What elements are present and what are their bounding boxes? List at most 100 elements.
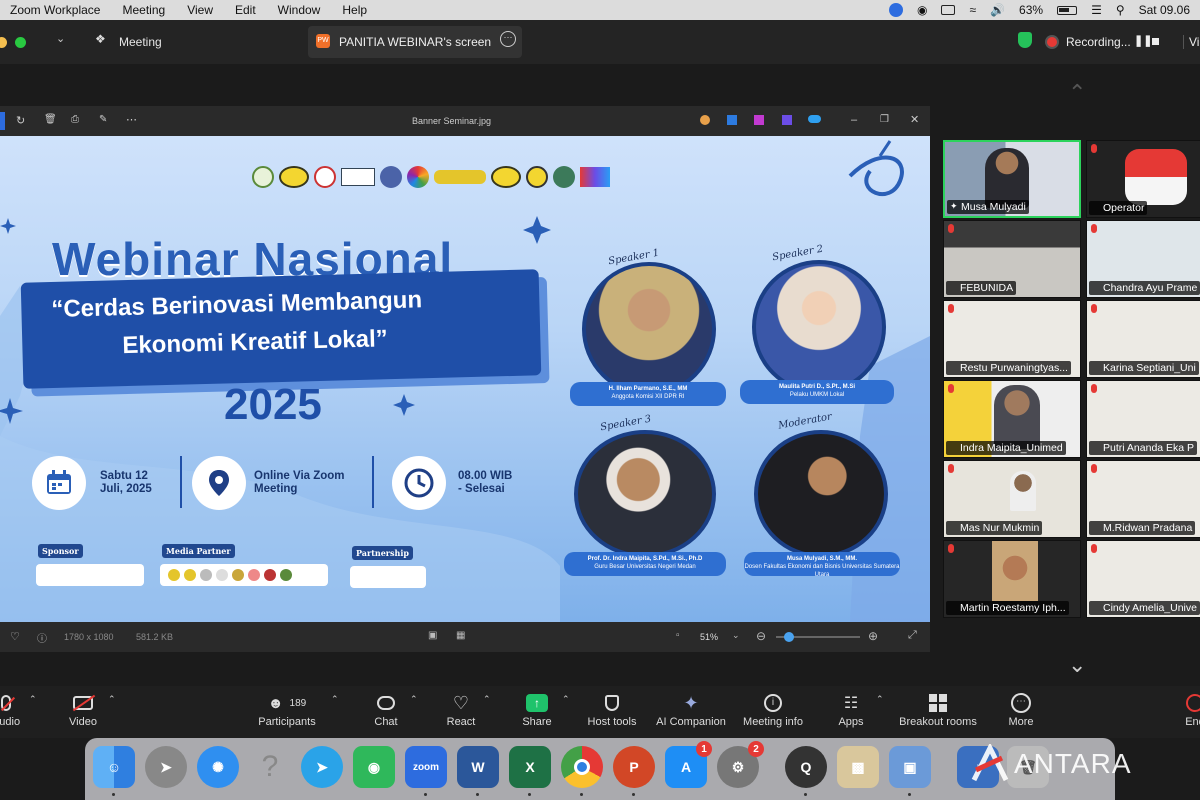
word-icon[interactable]: W (457, 746, 499, 788)
menu-view[interactable]: View (187, 3, 213, 17)
minimize-window-button[interactable] (0, 37, 7, 48)
powerpoint-icon[interactable]: P (613, 746, 655, 788)
close-icon[interactable]: ✕ (910, 113, 919, 126)
ai-companion-button[interactable]: ✦ AI Companion (652, 686, 730, 738)
wifi-icon[interactable]: ≈ (969, 3, 976, 17)
participant-tile[interactable]: Martin Roestamy Iph... (943, 540, 1081, 618)
delete-icon[interactable]: 🗑 (44, 114, 57, 125)
battery-icon[interactable] (1057, 5, 1078, 15)
more-icon[interactable]: ⋯ (126, 113, 137, 126)
quicktime-icon[interactable]: Q (785, 746, 827, 788)
view-button[interactable]: View (1183, 35, 1200, 49)
actual-size-icon[interactable]: ▫ (676, 630, 680, 641)
apps-options-caret[interactable]: ⌃ (876, 694, 884, 705)
share-tab[interactable]: PW PANITIA WEBINAR's screen ⋯ (308, 26, 522, 58)
restore-icon[interactable]: ❐ (880, 114, 889, 125)
share-button[interactable]: ↑ Share (516, 686, 558, 738)
share-options-caret[interactable]: ⌃ (562, 694, 570, 705)
participants-button[interactable]: ☻ 189 Participants (252, 686, 322, 738)
facetime-icon[interactable]: ◉ (353, 746, 395, 788)
stop-recording-button[interactable] (1152, 38, 1159, 45)
zoom-level-select[interactable]: 51% (700, 632, 718, 642)
excel-icon[interactable]: X (509, 746, 551, 788)
finder-icon[interactable]: ☺ (93, 746, 135, 788)
pause-recording-button[interactable]: ❚❚ (1134, 34, 1152, 47)
react-button[interactable]: ♡ React (440, 686, 482, 738)
screen-mirror-icon[interactable] (941, 5, 956, 15)
video-options-caret[interactable]: ⌃ (108, 694, 116, 705)
app-store-icon[interactable]: A1 (665, 741, 712, 788)
app-icon-3[interactable] (754, 115, 764, 125)
react-options-caret[interactable]: ⌃ (483, 694, 491, 705)
meeting-label[interactable]: Meeting (119, 35, 162, 49)
participant-tile[interactable]: Indra Maipita_Unimed (943, 380, 1081, 458)
participant-tile[interactable]: Chandra Ayu Prame (1086, 220, 1200, 298)
app-icon-2[interactable] (727, 115, 737, 125)
fit-icon[interactable]: ▣ (428, 630, 437, 641)
participant-tile[interactable]: FEBUNIDA (943, 220, 1081, 298)
menu-window[interactable]: Window (278, 3, 321, 17)
launchpad-icon[interactable]: ➤ (145, 746, 187, 788)
fullscreen-fit-icon[interactable]: ▦ (456, 630, 465, 641)
zoom-out-icon[interactable]: ⊖ (756, 629, 766, 643)
apps-button[interactable]: ☷ Apps (832, 686, 870, 738)
menu-edit[interactable]: Edit (235, 3, 256, 17)
control-center-icon[interactable]: ☰ (1091, 3, 1102, 17)
chevron-down-icon[interactable]: ⌄ (56, 32, 65, 45)
app-icon-1[interactable] (700, 115, 710, 125)
audio-options-caret[interactable]: ⌃ (29, 694, 37, 705)
heart-icon[interactable]: ♡ (10, 630, 20, 643)
menu-help[interactable]: Help (342, 3, 367, 17)
zoom-slider-handle[interactable] (784, 632, 794, 642)
video-button[interactable]: Video (60, 686, 106, 738)
shield-icon[interactable] (1018, 32, 1032, 48)
safari-icon[interactable]: ✺ (197, 746, 239, 788)
participant-tile[interactable]: M.Ridwan Pradana (1086, 460, 1200, 538)
archive-utility-icon[interactable]: ▩ (837, 746, 879, 788)
participants-options-caret[interactable]: ⌃ (331, 694, 339, 705)
menu-meeting[interactable]: Meeting (122, 3, 165, 17)
breakout-rooms-button[interactable]: Breakout rooms (896, 686, 980, 738)
participant-tile[interactable]: Karina Septiani_Uni (1086, 300, 1200, 378)
zoom-status-icon[interactable] (889, 3, 903, 17)
menu-zoom-workplace[interactable]: Zoom Workplace (10, 3, 100, 17)
participant-tile[interactable]: Mas Nur Mukmin (943, 460, 1081, 538)
gallery-scroll-down-icon[interactable]: ⌄ (1068, 652, 1086, 678)
zoom-window-button[interactable] (15, 37, 26, 48)
volume-icon[interactable]: 🔊 (990, 3, 1005, 17)
help-icon[interactable]: ? (249, 746, 291, 788)
chat-options-caret[interactable]: ⌃ (410, 694, 418, 705)
zoom-slider[interactable] (776, 632, 860, 642)
zoom-app-icon[interactable]: zoom (405, 746, 447, 788)
edit-icon[interactable]: ✎ (99, 114, 107, 125)
participant-tile[interactable]: Cindy Amelia_Unive (1086, 540, 1200, 618)
speaker-1-caption: H. Ilham Parmano, S.E., MM Anggota Komisi… (570, 382, 726, 406)
chat-button[interactable]: Chat (366, 686, 406, 738)
cloud-icon[interactable] (808, 115, 821, 123)
print-icon[interactable]: ⎙ (71, 114, 79, 125)
host-tools-button[interactable]: Host tools (582, 686, 642, 738)
participant-tile[interactable]: Putri Ananda Eka P (1086, 380, 1200, 458)
participant-tile[interactable]: Musa Mulyadi ✦ (943, 140, 1081, 218)
participant-tile[interactable]: Operator (1086, 140, 1200, 218)
chrome-icon[interactable] (561, 746, 603, 788)
zoom-in-icon[interactable]: ⊕ (868, 629, 878, 643)
audio-button[interactable]: Audio (0, 686, 26, 738)
minimize-icon[interactable]: – (851, 114, 857, 126)
system-settings-icon[interactable]: ⚙ 2 (717, 741, 764, 788)
search-icon[interactable]: ⚲ (1116, 3, 1125, 17)
telegram-icon[interactable]: ➤ (301, 746, 343, 788)
more-button[interactable]: ⋯ More (1002, 686, 1040, 738)
more-options-icon[interactable]: ⋯ (500, 31, 516, 47)
participant-tile[interactable]: Restu Purwaningtyas... (943, 300, 1081, 378)
expand-icon[interactable]: ⤢ (908, 629, 917, 642)
user-icon[interactable]: ◉ (917, 3, 927, 17)
preview-icon[interactable]: ▣ (889, 746, 931, 788)
gallery-scroll-up-icon[interactable]: ⌃ (1068, 80, 1086, 106)
info-icon[interactable]: ⓘ (37, 630, 47, 645)
end-button[interactable]: End (1180, 686, 1200, 738)
app-icon-4[interactable] (782, 115, 792, 125)
rotate-icon[interactable]: ↻ (16, 114, 25, 127)
chevron-down-icon[interactable]: ⌄ (732, 630, 740, 641)
meeting-info-button[interactable]: i Meeting info (738, 686, 808, 738)
